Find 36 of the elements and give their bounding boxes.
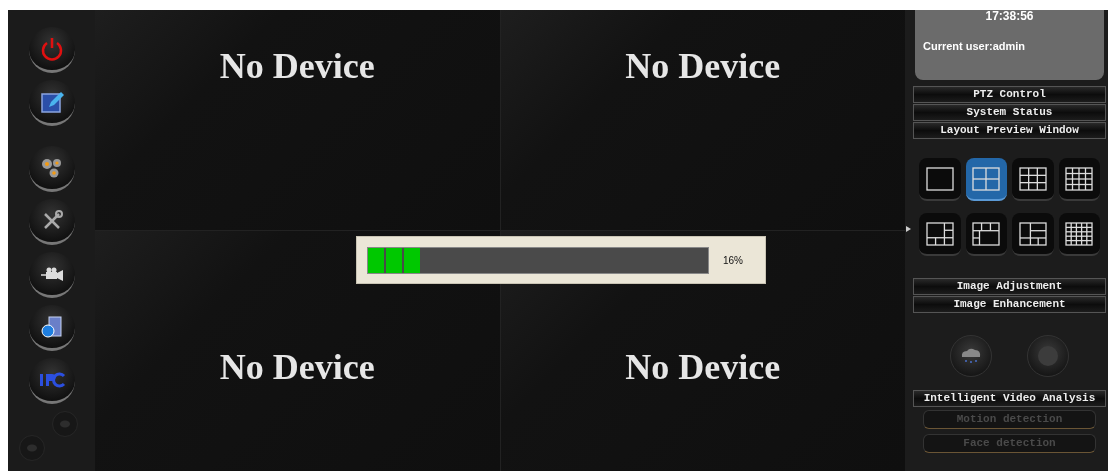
layout-grid-icon [1018,166,1047,191]
no-device-label: No Device [219,46,375,86]
menu-bar[interactable]: Intelligent Video Analysis [913,390,1106,407]
clock-time: 17:38:56 [984,10,1035,22]
expand-arrow-icon[interactable] [905,226,911,232]
menu-bar[interactable]: Image Enhancement [913,296,1106,313]
no-device-label: No Device [625,347,781,387]
video-cell[interactable]: No Device [500,10,905,230]
menu-bar[interactable]: Image Adjustment [913,278,1106,295]
layout-grid-icon [1018,221,1047,246]
layout-button[interactable] [1058,213,1100,256]
menu-bar[interactable]: PTZ Control [913,86,1106,103]
layout-button[interactable] [965,213,1007,256]
layout-button[interactable] [919,213,961,256]
video-cell[interactable]: No Device [95,10,500,230]
layout-grid-icon [925,221,954,246]
progress-percent: 16% [723,253,743,268]
layout-button[interactable] [1012,158,1054,201]
layout-button[interactable] [965,158,1007,201]
video-cell[interactable]: No Device [95,231,500,471]
computer-globe-icon [38,313,65,340]
layout-grid-icon [1065,166,1094,191]
layout-grid-icon [972,166,1001,191]
layout-button[interactable] [919,158,961,201]
layout-button[interactable] [1058,158,1100,201]
round-button[interactable] [950,335,993,377]
layout-button[interactable] [1012,213,1054,256]
no-device-label: No Device [219,347,375,387]
menu-bar[interactable]: System Status [913,104,1106,121]
no-device-label: No Device [625,46,781,86]
dial-icon [1036,345,1059,367]
current-user: Current user:admin [923,39,1027,54]
layout-grid-icon [972,221,1001,246]
layout-grid-icon [925,166,954,191]
layout-grid-icon [1065,221,1094,246]
menu-bar[interactable]: Layout Preview Window [913,122,1106,139]
